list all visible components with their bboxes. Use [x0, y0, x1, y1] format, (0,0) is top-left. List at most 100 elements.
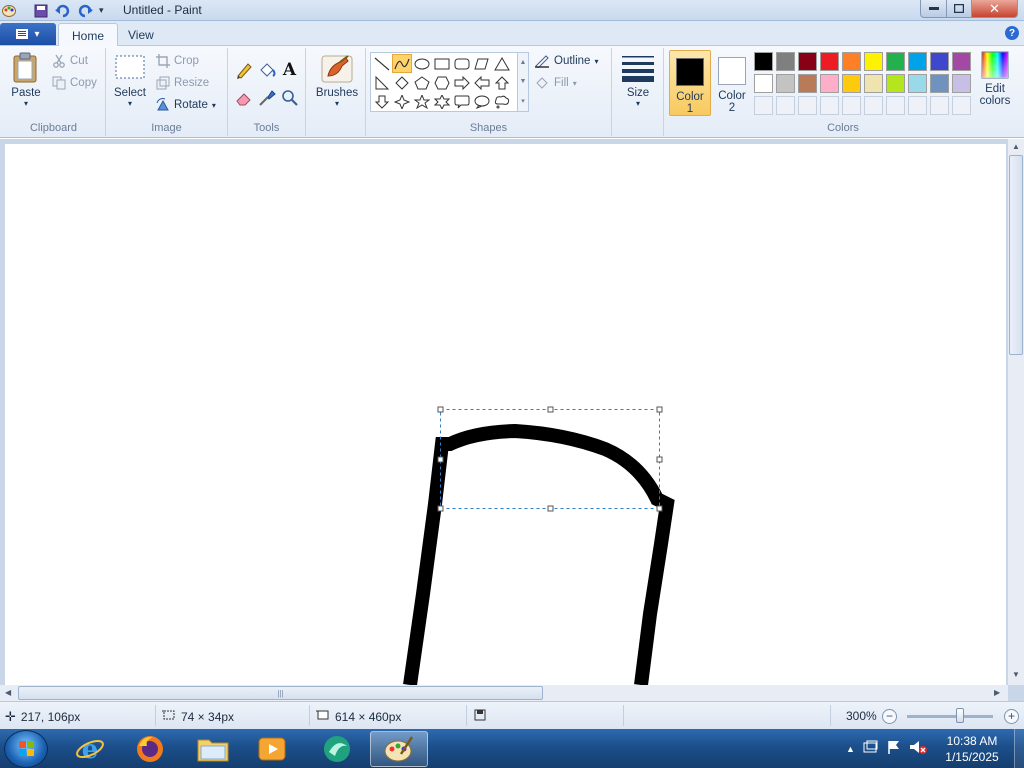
taskbar-app[interactable] [311, 731, 363, 767]
custom-color-slot[interactable] [776, 96, 795, 115]
curve-shape[interactable] [392, 54, 412, 73]
help-icon[interactable]: ? [1005, 26, 1019, 40]
zoom-slider-thumb[interactable] [956, 708, 964, 723]
save-icon[interactable] [34, 3, 48, 18]
four-point-star-shape[interactable] [392, 92, 412, 111]
palette-swatch[interactable] [864, 74, 883, 93]
custom-color-slot[interactable] [798, 96, 817, 115]
text-tool[interactable]: A [279, 60, 300, 80]
oval-callout-shape[interactable] [472, 92, 492, 111]
scroll-left-icon[interactable]: ◀ [5, 688, 11, 697]
taskbar-firefox[interactable] [124, 731, 176, 767]
diamond-shape[interactable] [392, 73, 412, 92]
triangle-shape[interactable] [492, 54, 512, 73]
edit-colors-button[interactable]: Edit colors [975, 50, 1015, 107]
taskbar-media-player[interactable] [246, 731, 298, 767]
palette-swatch[interactable] [820, 52, 839, 71]
custom-color-slot[interactable] [886, 96, 905, 115]
palette-swatch[interactable] [798, 52, 817, 71]
pentagon-shape[interactable] [412, 73, 432, 92]
six-point-star-shape[interactable] [432, 92, 452, 111]
custom-color-slot[interactable] [864, 96, 883, 115]
palette-swatch[interactable] [886, 52, 905, 71]
eraser-tool[interactable] [233, 88, 254, 108]
show-hidden-icons-icon[interactable]: ▲ [846, 744, 855, 754]
cloud-callout-shape[interactable] [492, 92, 512, 111]
palette-swatch[interactable] [952, 74, 971, 93]
system-clock[interactable]: 10:38 AM 1/15/2025 [934, 733, 1010, 765]
taskbar-file-explorer[interactable] [187, 731, 239, 767]
rotate-button[interactable]: Rotate ▾ [156, 98, 216, 112]
fill-tool[interactable] [256, 60, 277, 80]
vertical-scroll-thumb[interactable] [1009, 155, 1023, 355]
scroll-up-icon[interactable]: ▲ [1012, 142, 1020, 151]
up-arrow-shape[interactable] [492, 73, 512, 92]
horizontal-scrollbar[interactable]: ◀ ||| ▶ [0, 685, 1008, 701]
close-button[interactable]: ✕ [971, 0, 1018, 18]
palette-swatch[interactable] [908, 74, 927, 93]
taskbar-paint[interactable] [370, 731, 428, 767]
maximize-button[interactable] [946, 0, 972, 18]
minimize-button[interactable] [920, 0, 947, 18]
start-button[interactable] [4, 730, 48, 768]
left-arrow-shape[interactable] [472, 73, 492, 92]
custom-color-slot[interactable] [930, 96, 949, 115]
rounded-callout-shape[interactable] [452, 92, 472, 111]
flag-icon[interactable] [887, 740, 901, 757]
paste-button[interactable]: Paste ▾ [8, 52, 44, 108]
paint-app-icon[interactable] [2, 3, 17, 18]
show-desktop-button[interactable] [1014, 729, 1024, 768]
rectangle-shape[interactable] [432, 54, 452, 73]
palette-swatch[interactable] [776, 52, 795, 71]
custom-color-slot[interactable] [820, 96, 839, 115]
outline-button[interactable]: Outline ▾ [534, 54, 598, 68]
select-button[interactable]: Select ▾ [112, 52, 148, 108]
zoom-in-button[interactable]: + [1004, 709, 1019, 724]
hexagon-shape[interactable] [432, 73, 452, 92]
resize-button[interactable]: Resize [156, 76, 209, 90]
polygon-shape[interactable] [472, 54, 492, 73]
palette-swatch[interactable] [908, 52, 927, 71]
pencil-tool[interactable] [233, 60, 254, 80]
vertical-scrollbar[interactable]: ▲ ▼ [1008, 139, 1024, 685]
custom-color-slot[interactable] [842, 96, 861, 115]
size-button[interactable]: Size ▾ [618, 52, 658, 108]
palette-swatch[interactable] [842, 74, 861, 93]
scroll-down-icon[interactable]: ▼ [1012, 670, 1020, 679]
palette-swatch[interactable] [798, 74, 817, 93]
color-2-button[interactable]: Color 2 [714, 50, 750, 116]
tab-home[interactable]: Home [58, 23, 119, 47]
custom-color-slot[interactable] [908, 96, 927, 115]
palette-swatch[interactable] [820, 74, 839, 93]
magnifier-tool[interactable] [279, 88, 300, 108]
action-center-icon[interactable] [863, 740, 879, 757]
palette-swatch[interactable] [754, 74, 773, 93]
oval-shape[interactable] [412, 54, 432, 73]
brushes-button[interactable]: Brushes ▾ [312, 52, 362, 108]
palette-swatch[interactable] [952, 52, 971, 71]
horizontal-scroll-thumb[interactable]: ||| [18, 686, 543, 700]
cut-button[interactable]: Cut [52, 54, 88, 68]
five-point-star-shape[interactable] [412, 92, 432, 111]
volume-muted-icon[interactable] [909, 740, 927, 757]
drawing-canvas[interactable] [5, 144, 1006, 685]
palette-swatch[interactable] [864, 52, 883, 71]
taskbar-internet-explorer[interactable]: e [64, 731, 116, 767]
zoom-out-button[interactable]: − [882, 709, 897, 724]
tab-view[interactable]: View [115, 23, 167, 47]
redo-icon[interactable] [77, 3, 93, 18]
scroll-right-icon[interactable]: ▶ [994, 688, 1000, 697]
custom-color-slot[interactable] [952, 96, 971, 115]
right-triangle-shape[interactable] [372, 73, 392, 92]
palette-swatch[interactable] [842, 52, 861, 71]
color-picker-tool[interactable] [256, 88, 277, 108]
right-arrow-shape[interactable] [452, 73, 472, 92]
palette-swatch[interactable] [754, 52, 773, 71]
line-shape[interactable] [372, 54, 392, 73]
app-menu-button[interactable]: ▾ [0, 23, 56, 45]
palette-swatch[interactable] [776, 74, 795, 93]
color-1-button[interactable]: Color 1 [669, 50, 711, 116]
copy-button[interactable]: Copy [52, 76, 97, 90]
palette-swatch[interactable] [886, 74, 905, 93]
zoom-slider[interactable] [907, 715, 993, 718]
